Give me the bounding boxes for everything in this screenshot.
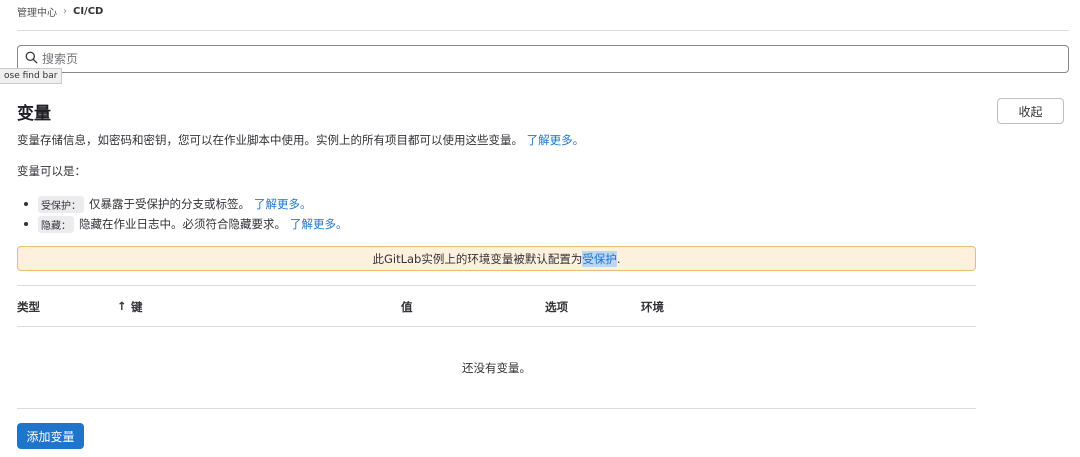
table-header-divider — [17, 326, 976, 327]
search-icon — [25, 51, 38, 67]
protected-learn-more-link[interactable]: 了解更多。 — [254, 196, 312, 212]
variables-can-be-label: 变量可以是： — [17, 164, 86, 178]
sort-arrow-icon[interactable]: ↑ — [117, 299, 127, 313]
breadcrumb: 管理中心 › CI/CD — [17, 4, 103, 19]
alert-suffix: . — [616, 251, 621, 266]
list-item-protected: 受保护： 仅暴露于受保护的分支或标签。 了解更多。 — [24, 194, 348, 214]
section-title: 变量 — [17, 104, 51, 124]
description-text: 变量存储信息，如密码和密钥，您可以在作业脚本中使用。实例上的所有项目都可以使用这… — [17, 133, 523, 147]
header-divider — [17, 30, 1069, 31]
breadcrumb-current: CI/CD — [73, 6, 104, 17]
learn-more-link[interactable]: 了解更多。 — [527, 133, 585, 147]
search-box[interactable] — [17, 45, 1069, 73]
column-header-key[interactable]: 键 — [131, 299, 143, 315]
protected-tag: 受保护： — [38, 195, 84, 213]
variable-options-list: 受保护： 仅暴露于受保护的分支或标签。 了解更多。 隐藏： 隐藏在作业日志中。必… — [24, 194, 348, 234]
masked-learn-more-link[interactable]: 了解更多。 — [290, 216, 348, 232]
breadcrumb-separator: › — [63, 6, 67, 17]
add-variable-button[interactable]: 添加变量 — [17, 423, 84, 449]
breadcrumb-admin-link[interactable]: 管理中心 — [17, 4, 57, 19]
list-item-masked: 隐藏： 隐藏在作业日志中。必须符合隐藏要求。 了解更多。 — [24, 214, 348, 234]
alert-text: 此GitLab实例上的环境变量被默认配置为 — [372, 251, 583, 266]
alert-protected-link[interactable]: 受保护 — [582, 250, 617, 267]
table-top-divider — [17, 285, 976, 286]
masked-tag: 隐藏： — [38, 215, 74, 233]
table-bottom-divider — [17, 408, 976, 409]
column-header-value[interactable]: 值 — [401, 299, 413, 315]
protected-default-alert: 此GitLab实例上的环境变量被默认配置为 受保护. — [17, 246, 976, 271]
column-header-environments[interactable]: 环境 — [641, 299, 664, 315]
empty-state-text: 还没有变量。 — [462, 361, 531, 375]
collapse-button[interactable]: 收起 — [997, 98, 1064, 124]
masked-description: 隐藏在作业日志中。必须符合隐藏要求。 — [79, 217, 286, 231]
protected-description: 仅暴露于受保护的分支或标签。 — [89, 197, 250, 211]
column-header-options[interactable]: 选项 — [545, 299, 568, 315]
section-description: 变量存储信息，如密码和密钥，您可以在作业脚本中使用。实例上的所有项目都可以使用这… — [17, 132, 584, 148]
search-input[interactable] — [42, 52, 942, 66]
close-find-bar-tooltip: ose find bar — [0, 68, 63, 84]
column-header-type[interactable]: 类型 — [17, 299, 40, 315]
